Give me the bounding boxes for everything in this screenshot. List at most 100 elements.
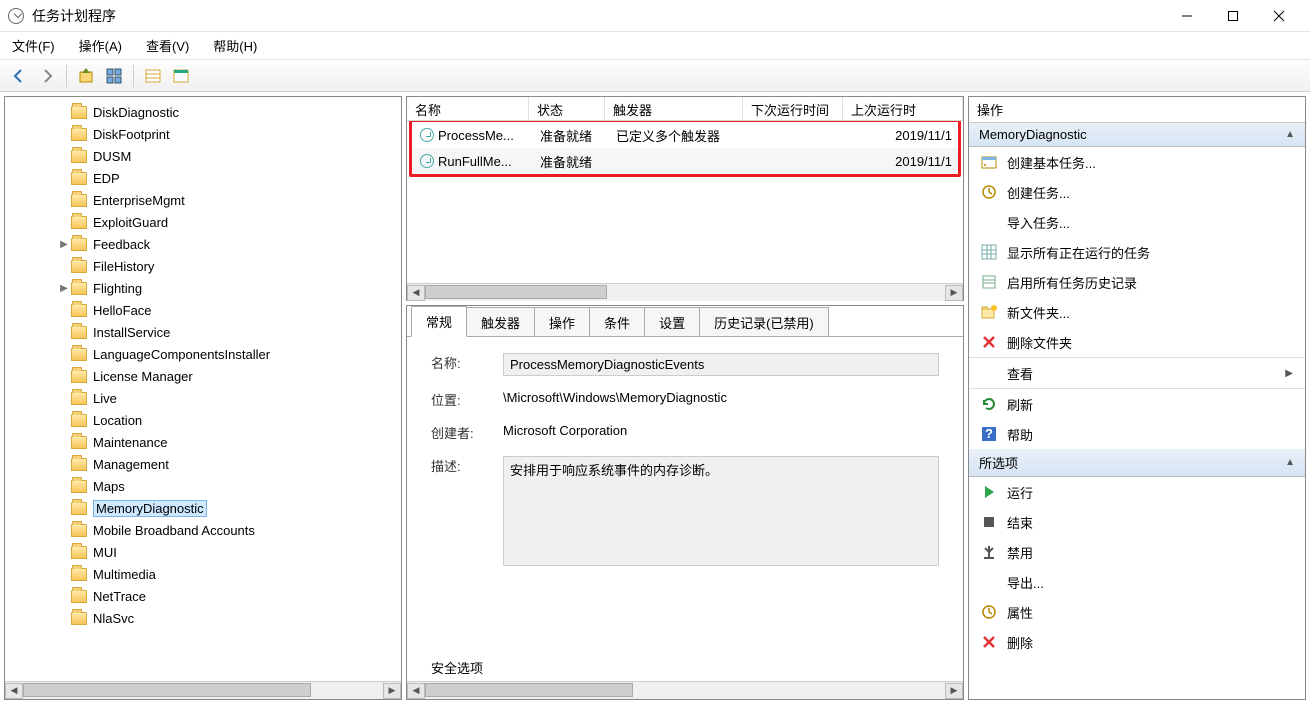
action-label: 启用所有任务历史记录 — [1007, 273, 1293, 292]
col-trigger[interactable]: 触发器 — [605, 97, 743, 120]
action-item[interactable]: 删除 — [969, 627, 1305, 657]
action-item[interactable]: 刷新 — [969, 389, 1305, 419]
tree-item-label: EnterpriseMgmt — [93, 193, 185, 208]
folder-icon — [71, 502, 87, 515]
tab-triggers[interactable]: 触发器 — [466, 307, 535, 337]
tree-item[interactable]: EDP — [5, 167, 401, 189]
tree-item[interactable]: DiskFootprint — [5, 123, 401, 145]
action-item[interactable]: 禁用 — [969, 537, 1305, 567]
maximize-button[interactable] — [1210, 1, 1256, 31]
action-item[interactable]: 导入任务... — [969, 207, 1305, 237]
task-row[interactable]: RunFullMe...准备就绪2019/11/1 — [412, 148, 958, 174]
tree-item[interactable]: HelloFace — [5, 299, 401, 321]
tree-item[interactable]: NlaSvc — [5, 607, 401, 629]
tree-item[interactable]: EnterpriseMgmt — [5, 189, 401, 211]
tree-item[interactable]: NetTrace — [5, 585, 401, 607]
task-name: RunFullMe... — [438, 154, 512, 169]
action-item[interactable]: ?帮助 — [969, 419, 1305, 449]
action-item[interactable]: 新文件夹... — [969, 297, 1305, 327]
menu-action[interactable]: 操作(A) — [75, 34, 126, 57]
col-name[interactable]: 名称 — [407, 97, 529, 120]
task-create-icon — [981, 184, 997, 200]
tree-item[interactable]: License Manager — [5, 365, 401, 387]
tree-item[interactable]: ▶Flighting — [5, 277, 401, 299]
tree-item[interactable]: Management — [5, 453, 401, 475]
action-item[interactable]: 启用所有任务历史记录 — [969, 267, 1305, 297]
tree-item[interactable]: LanguageComponentsInstaller — [5, 343, 401, 365]
col-next[interactable]: 下次运行时间 — [743, 97, 843, 120]
tab-settings[interactable]: 设置 — [644, 307, 700, 337]
view-detail-button[interactable] — [168, 63, 194, 89]
menu-help[interactable]: 帮助(H) — [209, 34, 261, 57]
history-icon — [981, 274, 997, 290]
tree-item[interactable]: MUI — [5, 541, 401, 563]
tree-item-label: EDP — [93, 171, 120, 186]
tab-actions[interactable]: 操作 — [534, 307, 590, 337]
action-item[interactable]: 导出... — [969, 567, 1305, 597]
tab-history[interactable]: 历史记录(已禁用) — [699, 307, 829, 337]
menu-file[interactable]: 文件(F) — [8, 34, 59, 57]
tree-item[interactable]: ▶Feedback — [5, 233, 401, 255]
action-item[interactable]: 属性 — [969, 597, 1305, 627]
col-status[interactable]: 状态 — [529, 97, 605, 120]
tree-item-label: NetTrace — [93, 589, 146, 604]
tree-panel: DiskDiagnosticDiskFootprintDUSM EDP Enterp… — [4, 96, 402, 700]
action-item[interactable]: 查看▶ — [969, 358, 1305, 388]
run-icon — [981, 484, 997, 500]
tree-item-label: MemoryDiagnostic — [93, 500, 207, 517]
tree-item[interactable]: Live — [5, 387, 401, 409]
detail-name-value: ProcessMemoryDiagnosticEvents — [503, 353, 939, 376]
action-item[interactable]: 运行 — [969, 477, 1305, 507]
tree-item[interactable]: FileHistory — [5, 255, 401, 277]
tab-conditions[interactable]: 条件 — [589, 307, 645, 337]
col-last[interactable]: 上次运行时 — [843, 97, 963, 120]
content-area: DiskDiagnosticDiskFootprintDUSM EDP Enterp… — [0, 92, 1310, 704]
action-item[interactable]: 删除文件夹 — [969, 327, 1305, 357]
folder-icon — [71, 612, 87, 625]
minimize-button[interactable] — [1164, 1, 1210, 31]
tree-item[interactable]: Mobile Broadband Accounts — [5, 519, 401, 541]
action-item[interactable]: 显示所有正在运行的任务 — [969, 237, 1305, 267]
menu-view[interactable]: 查看(V) — [142, 34, 193, 57]
action-label: 创建任务... — [1007, 183, 1293, 202]
tree-item[interactable]: ExploitGuard — [5, 211, 401, 233]
view-list-button[interactable] — [140, 63, 166, 89]
detail-desc-value[interactable] — [503, 456, 939, 566]
action-label: 禁用 — [1007, 543, 1293, 562]
tree-hscroll[interactable]: ◀ ▶ — [5, 681, 401, 699]
actions-section-selected[interactable]: 所选项 ▲ — [969, 449, 1305, 477]
tab-general[interactable]: 常规 — [411, 306, 467, 337]
action-item[interactable]: 结束 — [969, 507, 1305, 537]
tree-item[interactable]: DUSM — [5, 145, 401, 167]
detail-hscroll[interactable]: ◀ ▶ — [407, 681, 963, 699]
refresh-icon — [981, 396, 997, 412]
tree-item[interactable]: Maps — [5, 475, 401, 497]
detail-panel: 常规 触发器 操作 条件 设置 历史记录(已禁用) 名称: ProcessMem… — [406, 305, 964, 700]
tree-item[interactable]: Multimedia — [5, 563, 401, 585]
toolbar — [0, 60, 1310, 92]
chevron-right-icon[interactable]: ▶ — [57, 283, 71, 294]
actions-section-folder[interactable]: MemoryDiagnostic ▲ — [969, 123, 1305, 147]
up-button[interactable] — [73, 63, 99, 89]
tree-item[interactable]: DiskDiagnostic — [5, 101, 401, 123]
clock-icon — [981, 604, 997, 620]
folder-tile-button[interactable] — [101, 63, 127, 89]
tasklist-hscroll[interactable]: ◀ ▶ — [407, 283, 963, 301]
forward-button[interactable] — [34, 63, 60, 89]
folder-icon — [71, 370, 87, 383]
action-item[interactable]: 创建任务... — [969, 177, 1305, 207]
tree-item[interactable]: MemoryDiagnostic — [5, 497, 401, 519]
window-title: 任务计划程序 — [32, 6, 1164, 26]
back-button[interactable] — [6, 63, 32, 89]
tree-item[interactable]: InstallService — [5, 321, 401, 343]
collapse-icon: ▲ — [1285, 129, 1295, 140]
action-item[interactable]: 创建基本任务... — [969, 147, 1305, 177]
tree-item-label: FileHistory — [93, 259, 154, 274]
tree-item[interactable]: Location — [5, 409, 401, 431]
task-row[interactable]: ProcessMe...准备就绪已定义多个触发器2019/11/1 — [412, 122, 958, 148]
tree-item-label: ExploitGuard — [93, 215, 168, 230]
close-button[interactable] — [1256, 1, 1302, 31]
chevron-right-icon[interactable]: ▶ — [57, 239, 71, 250]
folder-icon — [71, 590, 87, 603]
tree-item[interactable]: Maintenance — [5, 431, 401, 453]
